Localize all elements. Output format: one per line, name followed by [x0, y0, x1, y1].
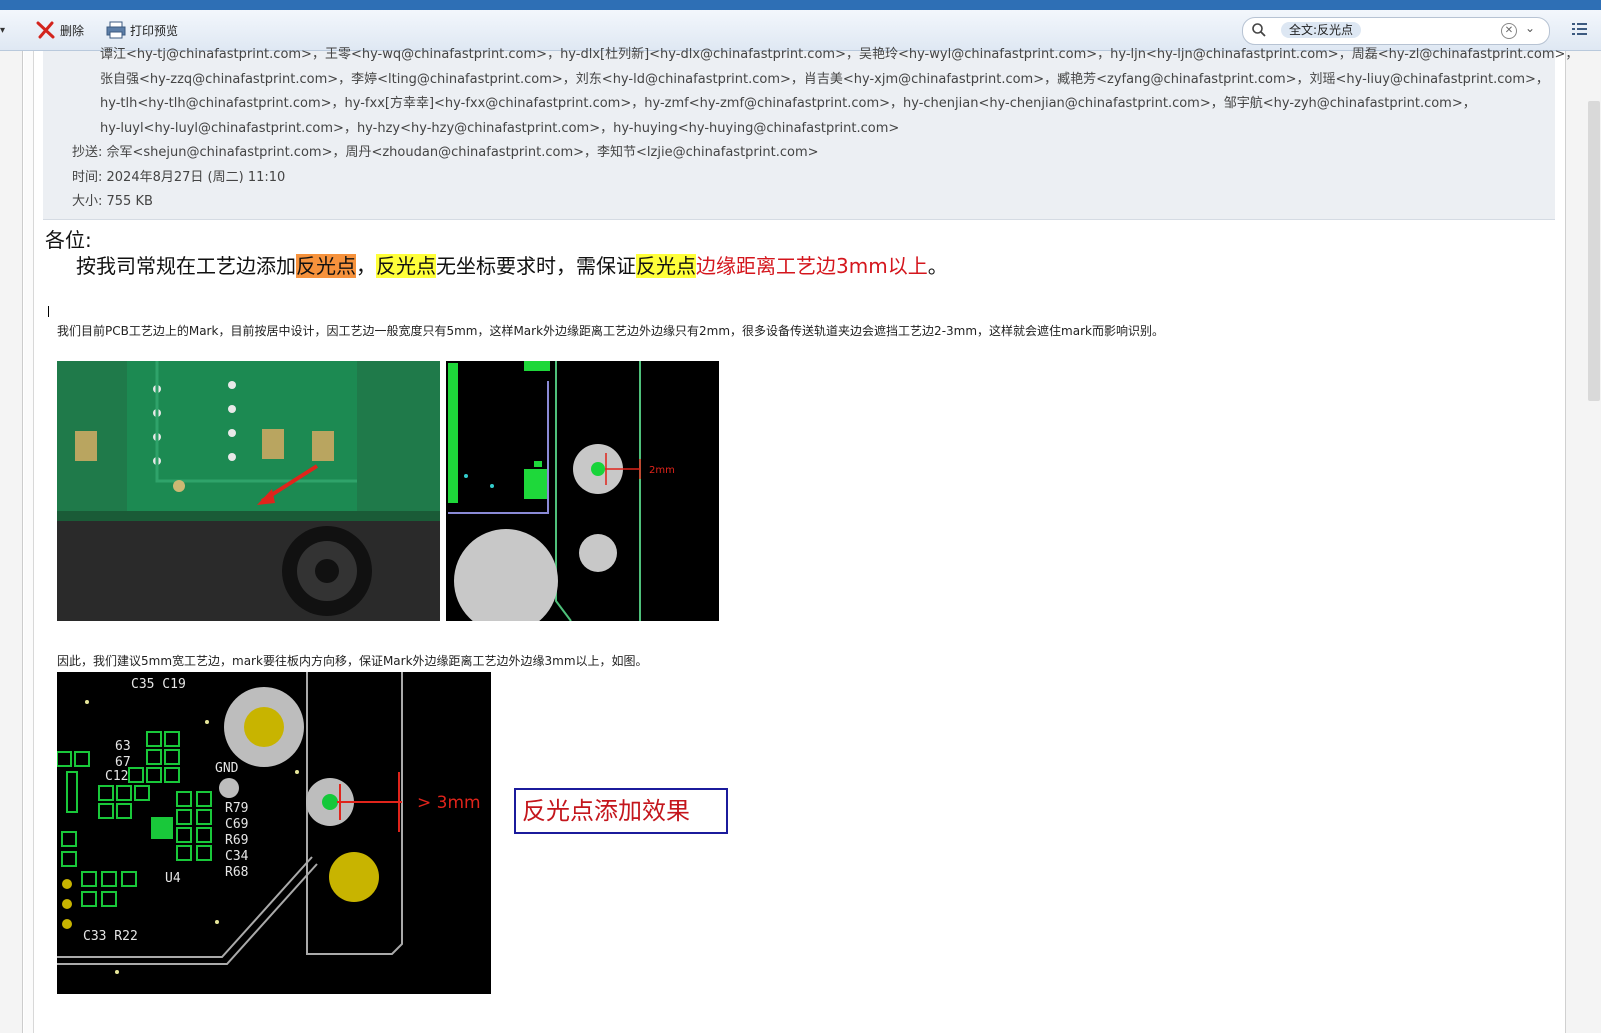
body-line-1: 按我司常规在工艺边添加反光点，反光点无坐标要求时，需保证反光点边缘距离工艺边3m…: [76, 250, 948, 279]
silk-r69: R69: [225, 833, 248, 848]
silk-c12: C12: [105, 769, 128, 784]
clear-search-icon[interactable]: ✕: [1501, 23, 1517, 39]
line1-part-a: 按我司常规在工艺边添加: [76, 254, 296, 278]
line1-red-text: 边缘距离工艺边3mm以上: [696, 254, 928, 278]
chevron-down-icon: ▾: [0, 24, 6, 36]
greeting: 各位:: [45, 228, 92, 252]
paragraph-1: 我们目前PCB工艺边上的Mark，目前按居中设计，因工艺边一般宽度只有5mm，这…: [57, 324, 1164, 338]
delete-button[interactable]: 删除: [36, 18, 84, 42]
line1-end: 。: [927, 254, 948, 278]
silk-63: 63: [115, 739, 131, 754]
effect-label-box: 反光点添加效果: [514, 788, 728, 834]
highlight-keyword-1: 反光点: [296, 254, 356, 278]
silk-r79: R79: [225, 801, 248, 816]
dim-2mm-label: 2mm: [649, 465, 675, 476]
silk-r68: R68: [225, 865, 248, 880]
search-icon: [1251, 22, 1267, 42]
cad-mark-2mm-image: 2mm: [446, 361, 719, 621]
folder-pane-edge[interactable]: [0, 51, 23, 1033]
toolbar-overflow-button[interactable]: ▾: [0, 18, 5, 42]
recipients-line-1: 谭江<hy-tj@chinafastprint.com>，王零<hy-wq@ch…: [100, 47, 1579, 62]
recipients-line-3: hy-tlh<hy-tlh@chinafastprint.com>，hy-fxx…: [100, 96, 1476, 111]
time-line: 时间: 2024年8月27日 (周二) 11:10: [72, 170, 286, 185]
silk-c33-r22: C33 R22: [83, 929, 138, 944]
silk-gnd: GND: [215, 761, 239, 776]
list-view-button[interactable]: [1570, 18, 1588, 42]
cc-line: 抄送: 佘军<shejun@chinafastprint.com>，周丹<zho…: [72, 145, 819, 160]
delete-label: 删除: [60, 23, 85, 38]
silk-c35-c19: C35 C19: [131, 677, 186, 692]
mail-header: 谭江<hy-tj@chinafastprint.com>，王零<hy-wq@ch…: [43, 47, 1578, 220]
pcb-photo: [57, 361, 440, 621]
window-title-bar: [0, 0, 1601, 10]
line1-part-b: ，: [356, 254, 376, 278]
list-icon: [1570, 20, 1588, 41]
line1-part-c: 无坐标要求时，需保证: [436, 254, 636, 278]
search-query-tag[interactable]: 全文:反光点: [1281, 22, 1362, 38]
paragraph-2: 因此，我们建议5mm宽工艺边，mark要往板内方向移，保证Mark外边缘距离工艺…: [57, 654, 648, 668]
size-line: 大小: 755 KB: [72, 194, 153, 209]
cad-mark-3mm-image: > 3mm C35 C19 GND 63 67 C12 U4 C33 R22 R…: [57, 672, 491, 994]
recipients-line-2: 张自强<hy-zzq@chinafastprint.com>，李婷<lting@…: [100, 72, 1549, 87]
scrollbar-thumb[interactable]: [1588, 101, 1600, 401]
vertical-scrollbar[interactable]: [1565, 51, 1601, 1033]
silk-c34: C34: [225, 849, 249, 864]
printer-icon: [106, 20, 126, 40]
highlight-keyword-2: 反光点: [376, 254, 436, 278]
recipients-line-4: hy-luyl<hy-luyl@chinafastprint.com>，hy-h…: [100, 121, 900, 136]
print-preview-button[interactable]: 打印预览: [106, 18, 178, 42]
print-preview-label: 打印预览: [130, 23, 179, 38]
silk-u4: U4: [165, 871, 181, 886]
highlight-keyword-3: 反光点: [636, 254, 696, 278]
message-list-edge[interactable]: [24, 51, 34, 1033]
search-box[interactable]: 全文:反光点 ✕ ⌄: [1242, 17, 1550, 45]
silk-c69: C69: [225, 817, 248, 832]
silk-67: 67: [115, 755, 131, 770]
dim-3mm-label: > 3mm: [417, 793, 481, 813]
search-options-icon[interactable]: ⌄: [1525, 21, 1535, 35]
delete-x-icon: [36, 20, 56, 40]
text-cursor: [48, 306, 49, 317]
